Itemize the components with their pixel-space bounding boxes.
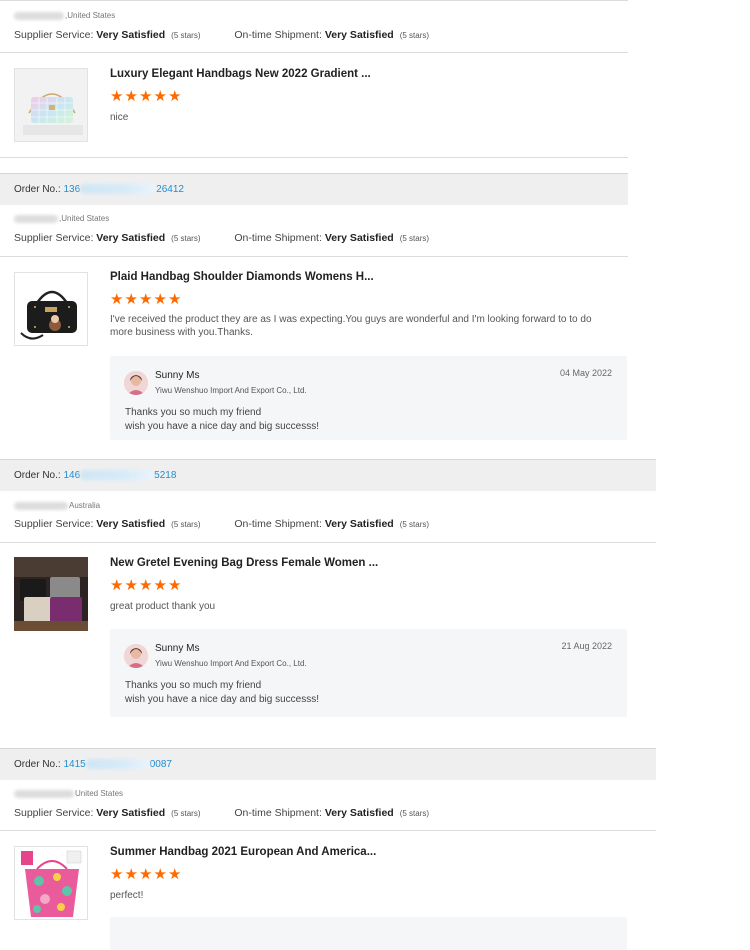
redacted-order-digits <box>80 470 155 481</box>
star-icon: ★ <box>110 577 124 594</box>
product-title-link[interactable]: New Gretel Evening Bag Dress Female Wome… <box>110 557 378 569</box>
reply-date: 04 May 2022 <box>559 368 612 378</box>
star-icon: ★ <box>168 88 182 105</box>
seller-company: Yiwu Wenshuo Import And Export Co., Ltd. <box>155 386 307 395</box>
seller-reply-partial <box>110 917 627 950</box>
buyer-country: ,United States <box>14 214 109 223</box>
star-icon: ★ <box>153 866 167 883</box>
order-header: Order No.: 146 5218 <box>0 459 656 491</box>
buyer-country: United States <box>14 789 123 798</box>
star-rating: ★★★★★ <box>110 866 183 883</box>
seller-name: Sunny Ms <box>155 370 200 381</box>
service-ratings: Supplier Service: Very Satisfied (5 stars… <box>14 29 430 41</box>
star-rating: ★★★★★ <box>110 291 183 308</box>
star-icon: ★ <box>168 577 182 594</box>
star-icon: ★ <box>124 866 138 883</box>
service-ratings: Supplier Service: Very Satisfied (5 stars… <box>14 518 430 530</box>
star-icon: ★ <box>110 866 124 883</box>
seller-avatar <box>124 371 148 395</box>
redacted-buyer-name <box>14 789 74 798</box>
seller-avatar <box>124 644 148 668</box>
product-thumbnail[interactable] <box>14 68 88 142</box>
buyer-country: Australia <box>14 501 100 510</box>
reply-message: Thanks you so much my friend wish you ha… <box>125 407 319 432</box>
star-icon: ★ <box>168 291 182 308</box>
star-icon: ★ <box>124 291 138 308</box>
star-icon: ★ <box>110 88 124 105</box>
star-icon: ★ <box>139 291 153 308</box>
reply-message: Thanks you so much my friend wish you ha… <box>125 680 319 705</box>
product-thumbnail[interactable] <box>14 557 88 631</box>
seller-reply: Sunny Ms Yiwu Wenshuo Import And Export … <box>110 629 627 717</box>
star-rating: ★★★★★ <box>110 88 183 105</box>
redacted-buyer-name <box>14 11 64 20</box>
seller-reply: Sunny Ms Yiwu Wenshuo Import And Export … <box>110 356 627 440</box>
section-divider <box>0 542 656 543</box>
reply-date: 21 Aug 2022 <box>561 641 612 651</box>
review-text: I've received the product they are as I … <box>110 314 592 338</box>
star-icon: ★ <box>139 866 153 883</box>
order-number: Order No.: 146 5218 <box>14 470 177 481</box>
service-ratings: Supplier Service: Very Satisfied (5 stars… <box>14 807 430 819</box>
order-number: Order No.: 136 26412 <box>14 184 184 195</box>
star-icon: ★ <box>110 291 124 308</box>
buyer-country: ,United States <box>14 11 115 20</box>
section-divider <box>0 157 628 158</box>
section-divider <box>0 830 656 831</box>
product-thumbnail[interactable] <box>14 846 88 920</box>
product-title-link[interactable]: Summer Handbag 2021 European And America… <box>110 846 376 858</box>
order-header: Order No.: 136 26412 <box>0 173 628 205</box>
redacted-buyer-name <box>14 501 68 510</box>
top-divider <box>0 0 628 1</box>
star-rating: ★★★★★ <box>110 577 183 594</box>
section-divider <box>0 256 628 257</box>
seller-company: Yiwu Wenshuo Import And Export Co., Ltd. <box>155 659 307 668</box>
product-title-link[interactable]: Plaid Handbag Shoulder Diamonds Womens H… <box>110 271 374 283</box>
review-text: perfect! <box>110 890 144 901</box>
star-icon: ★ <box>124 88 138 105</box>
product-thumbnail[interactable] <box>14 272 88 346</box>
seller-name: Sunny Ms <box>155 643 200 654</box>
star-icon: ★ <box>153 291 167 308</box>
redacted-order-digits <box>80 184 157 195</box>
star-icon: ★ <box>139 88 153 105</box>
star-icon: ★ <box>124 577 138 594</box>
review-text: nice <box>110 112 129 123</box>
order-header: Order No.: 1415 0087 <box>0 748 656 780</box>
star-icon: ★ <box>153 88 167 105</box>
order-number-link[interactable]: 136 26412 <box>63 184 184 195</box>
order-number-link[interactable]: 146 5218 <box>63 470 176 481</box>
star-icon: ★ <box>153 577 167 594</box>
review-text: great product thank you <box>110 601 216 612</box>
redacted-order-digits <box>85 759 150 770</box>
order-number-link[interactable]: 1415 0087 <box>63 759 172 770</box>
order-number: Order No.: 1415 0087 <box>14 759 172 770</box>
section-divider <box>0 52 628 53</box>
product-title-link[interactable]: Luxury Elegant Handbags New 2022 Gradien… <box>110 68 371 80</box>
star-icon: ★ <box>168 866 182 883</box>
star-icon: ★ <box>139 577 153 594</box>
redacted-buyer-name <box>14 214 58 223</box>
service-ratings: Supplier Service: Very Satisfied (5 stars… <box>14 232 430 244</box>
